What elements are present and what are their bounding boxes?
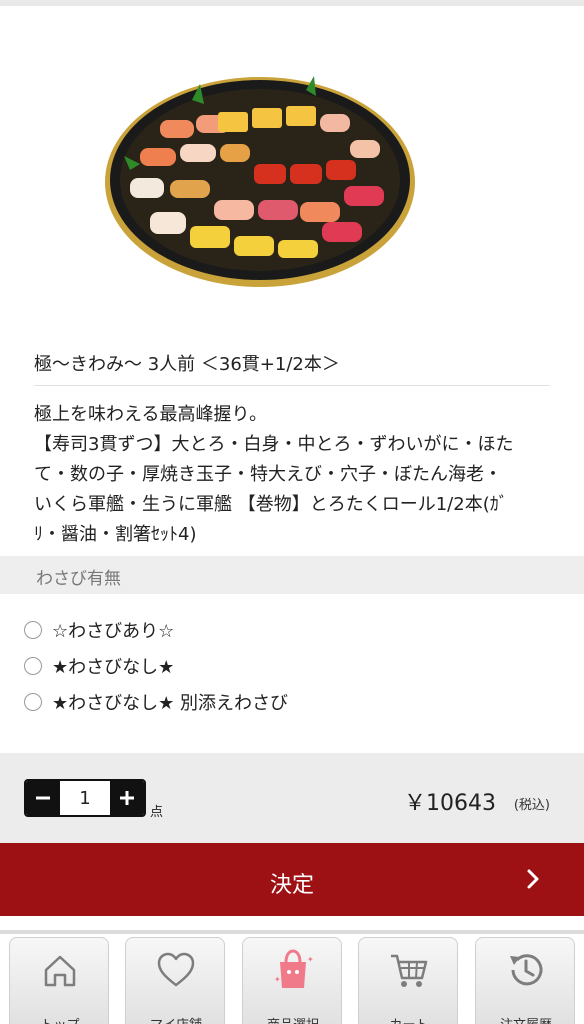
tab-product-select[interactable]: ✦ ✦ 商品選択: [242, 937, 342, 1024]
quantity-unit: 点: [150, 805, 164, 820]
svg-text:✦: ✦: [274, 975, 281, 984]
quantity-bar: 1 点 ￥10643 (税込): [0, 753, 584, 843]
description-line: て・数の子・厚焼き玉子・特大えび・穴子・ぼたん海老・: [34, 464, 502, 485]
radio-button[interactable]: [24, 621, 42, 639]
description-line: 【寿司3貫ずつ】大とろ・白身・中とろ・ずわいがに・ほた: [34, 434, 514, 455]
tab-my-store[interactable]: マイ店舗: [125, 937, 225, 1024]
price: ￥10643: [404, 791, 496, 816]
option-wasabi-no[interactable]: ★わさびなし★: [24, 648, 288, 684]
option-wasabi-separate[interactable]: ★わさびなし★ 別添えわさび: [24, 684, 288, 720]
tab-label: 商品選択: [243, 1014, 343, 1024]
tab-cart[interactable]: カート: [358, 937, 458, 1024]
increment-button[interactable]: [110, 781, 144, 815]
svg-text:✦: ✦: [307, 955, 314, 964]
description-line: ﾘ・醤油・割箸ｾｯﾄ4): [34, 524, 197, 545]
bottom-tab-bar: トップ マイ店舗 ✦ ✦ 商品選択 カート 注文: [0, 934, 584, 1024]
divider: [34, 385, 550, 386]
tab-label: 注文履歴: [476, 1014, 576, 1024]
shopping-bag-icon: ✦ ✦: [274, 949, 314, 988]
home-icon: [44, 955, 76, 987]
option-group-header: わさび有無: [0, 556, 584, 594]
decide-button-label: 決定: [269, 873, 314, 898]
option-label: ☆わさびあり☆: [52, 621, 175, 642]
tab-top[interactable]: トップ: [9, 937, 109, 1024]
option-group-title: わさび有無: [36, 569, 121, 589]
product-image: [105, 76, 415, 287]
tab-label: カート: [359, 1014, 459, 1024]
option-label: ★わさびなし★ 別添えわさび: [52, 693, 288, 714]
radio-button[interactable]: [24, 657, 42, 675]
option-wasabi-yes[interactable]: ☆わさびあり☆: [24, 612, 288, 648]
nav-separator: [0, 916, 584, 934]
decrement-button[interactable]: [26, 781, 60, 815]
description-line: 極上を味わえる最高峰握り。: [34, 404, 268, 425]
radio-button[interactable]: [24, 693, 42, 711]
tab-label: トップ: [10, 1014, 110, 1024]
plus-icon: [120, 791, 134, 805]
description-line: いくら軍艦・生うに軍艦 【巻物】とろたくロール1/2本(ｶﾞ: [34, 494, 508, 515]
history-icon: [510, 954, 543, 986]
quantity-stepper: 1: [24, 779, 146, 817]
wasabi-options: ☆わさびあり☆ ★わさびなし★ ★わさびなし★ 別添えわさび: [24, 612, 288, 720]
cart-icon: [391, 954, 428, 987]
top-bar: [0, 0, 584, 6]
quantity-input[interactable]: 1: [60, 781, 110, 815]
option-label: ★わさびなし★: [52, 657, 175, 678]
tab-order-history[interactable]: 注文履歴: [475, 937, 575, 1024]
tax-note: (税込): [513, 798, 550, 813]
decide-button[interactable]: 決定: [0, 843, 584, 916]
heart-icon: [157, 952, 195, 987]
product-description: 極上を味わえる最高峰握り。 【寿司3貫ずつ】大とろ・白身・中とろ・ずわいがに・ほ…: [34, 400, 554, 550]
chevron-right-icon: [527, 869, 539, 889]
product-name: 極〜きわみ〜 3人前 ＜36貫+1/2本＞: [34, 354, 340, 375]
minus-icon: [36, 796, 50, 800]
tab-label: マイ店舗: [126, 1014, 226, 1024]
